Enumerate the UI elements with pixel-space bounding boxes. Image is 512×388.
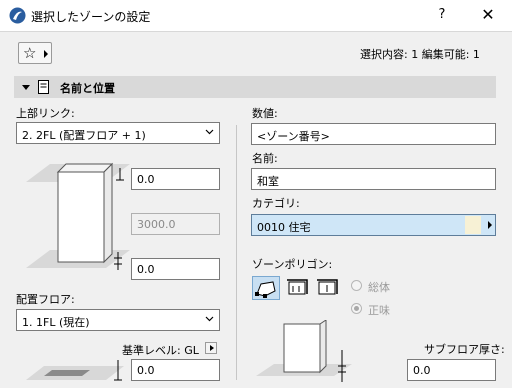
number-label: 数値:: [252, 107, 278, 120]
zone-number-value: <ゾーン番号>: [257, 130, 330, 143]
close-button[interactable]: ✕: [477, 4, 499, 26]
polygon-inner-edge-button[interactable]: [314, 276, 342, 300]
radio-gross: [351, 280, 362, 291]
subfloor-diagram-icon: [256, 320, 352, 382]
reference-offset-value: 0.0: [137, 364, 155, 377]
radio-gross-label: 総体: [368, 281, 390, 294]
column-divider: [236, 125, 237, 380]
polygon-reference-line-icon: [287, 279, 308, 295]
polygon-manual-icon: [255, 281, 276, 298]
subfloor-thickness-value: 0.0: [413, 364, 431, 377]
reference-offset-field[interactable]: 0.0: [131, 359, 220, 381]
zone-category-selector[interactable]: 0010 住宅: [251, 214, 496, 236]
polygon-reference-line-button[interactable]: [284, 276, 312, 300]
zone-height-diagram-icon: [26, 162, 130, 270]
name-label: 名前:: [252, 152, 278, 165]
reference-level-label: 基準レベル: GL: [122, 344, 199, 357]
window-title: 選択したゾーンの設定: [31, 10, 151, 24]
radio-net-label: 正味: [368, 304, 390, 317]
height-value: 3000.0: [137, 218, 176, 231]
radio-net: [351, 303, 362, 314]
caret-right-icon: [44, 50, 48, 58]
subfloor-thickness-label: サブフロア厚さ:: [424, 343, 505, 356]
selection-info: 選択内容: 1 編集可能: 1: [360, 48, 480, 61]
section-title: 名前と位置: [60, 82, 115, 95]
chevron-down-icon: [205, 316, 214, 322]
section-header-name-and-position[interactable]: 名前と位置: [14, 76, 496, 98]
reference-level-diagram-icon: [26, 360, 124, 381]
height-field: 3000.0: [131, 213, 220, 235]
reference-level-menu-button[interactable]: [205, 342, 217, 354]
favorites-button[interactable]: ☆: [18, 42, 52, 64]
chevron-down-icon: [205, 129, 214, 135]
category-label: カテゴリ:: [252, 197, 300, 210]
category-color-swatch: [465, 216, 481, 234]
zone-number-field[interactable]: <ゾーン番号>: [251, 123, 496, 145]
title-bar: 選択したゾーンの設定 ? ✕: [0, 0, 512, 31]
subfloor-thickness-field[interactable]: 0.0: [407, 359, 496, 381]
zone-category-value: 0010 住宅: [257, 221, 311, 234]
top-offset-field[interactable]: 0.0: [131, 168, 220, 190]
bottom-offset-field[interactable]: 0.0: [131, 258, 220, 280]
home-story-label: 配置フロア:: [16, 293, 75, 306]
home-story-dropdown[interactable]: 1. 1FL (現在): [16, 309, 220, 331]
collapse-triangle-icon[interactable]: [22, 85, 30, 90]
caret-right-icon: [488, 221, 492, 229]
zone-name-field[interactable]: 和室: [251, 168, 496, 190]
star-icon: ☆: [23, 44, 37, 62]
top-offset-value: 0.0: [137, 173, 155, 186]
top-link-value: 2. 2FL (配置フロア + 1): [22, 129, 146, 142]
archicad-logo-icon: [9, 7, 26, 24]
zone-name-value: 和室: [257, 175, 279, 188]
polygon-inner-edge-icon: [317, 279, 338, 295]
help-button[interactable]: ?: [432, 5, 452, 25]
bottom-offset-value: 0.0: [137, 263, 155, 276]
top-link-dropdown[interactable]: 2. 2FL (配置フロア + 1): [16, 122, 220, 144]
top-link-label: 上部リンク:: [16, 107, 75, 120]
zone-polygon-label: ゾーンポリゴン:: [252, 258, 333, 271]
document-icon: [38, 80, 49, 94]
polygon-manual-button[interactable]: [252, 276, 280, 300]
home-story-value: 1. 1FL (現在): [22, 316, 90, 329]
